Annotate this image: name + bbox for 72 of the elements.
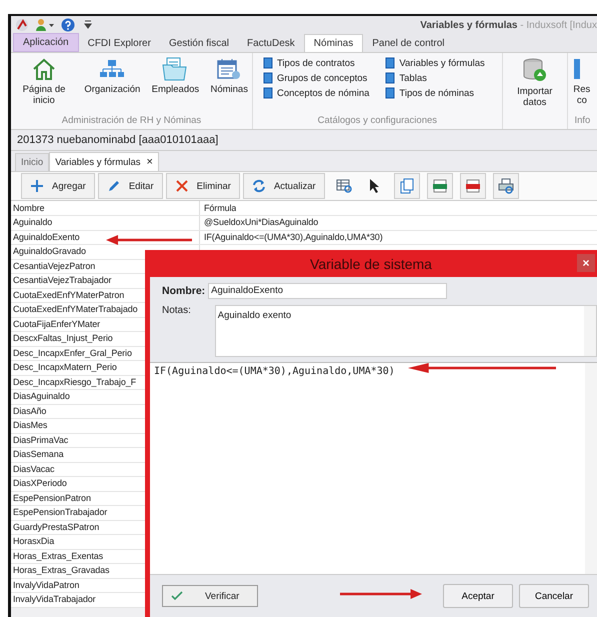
- ribbon-button[interactable]: Página de inicio: [15, 55, 73, 115]
- document-tab[interactable]: Inicio: [15, 153, 50, 171]
- book-icon: [385, 57, 396, 69]
- book-icon: [262, 57, 273, 69]
- dialog-button[interactable]: Cancelar: [519, 584, 589, 608]
- book-icon: [385, 87, 396, 99]
- ribbon-button[interactable]: Tablas: [385, 72, 485, 84]
- ribbon-button[interactable]: Grupos de conceptos: [262, 72, 370, 84]
- table-cell-text: @SueldoxUni*DiasAguinaldo: [203, 216, 318, 229]
- book-icon: [385, 72, 396, 84]
- field-label: Notas:: [162, 305, 192, 316]
- book-icon: [572, 57, 580, 81]
- document-title: 201373 nuebanominabd [aaa010101aaa]: [11, 130, 597, 151]
- toolbar-button[interactable]: Actualizar: [242, 173, 325, 199]
- ribbon-tab[interactable]: Gestión fiscal: [160, 35, 238, 52]
- ribbon-button[interactable]: Conceptos de nómina: [262, 87, 370, 99]
- toolbar-button[interactable]: Eliminar: [166, 173, 240, 199]
- toolbar-button[interactable]: Agregar: [21, 173, 95, 199]
- print-preview-icon: [498, 178, 514, 194]
- group-label: Catálogos y configuraciones: [318, 115, 438, 126]
- dialog-title: Variable de sistema: [310, 256, 432, 272]
- formula-editor[interactable]: IF(Aguinaldo<=(UMA*30),Aguinaldo,UMA*30): [150, 362, 597, 574]
- ribbon-button[interactable]: Tipos de contratos: [262, 57, 370, 69]
- x-icon: [174, 179, 189, 193]
- app-logo-icon: [15, 18, 29, 32]
- calendar-icon: [216, 57, 242, 81]
- pencil-icon: [106, 179, 121, 193]
- refresh-icon: [252, 179, 266, 193]
- grid-search-icon: [336, 178, 352, 194]
- book-icon: [262, 87, 273, 99]
- table-cell-text: IF(Aguinaldo<=(UMA*30),Aguinaldo,UMA*30): [203, 230, 383, 244]
- column-header[interactable]: Fórmula: [200, 201, 236, 215]
- ribbon-button[interactable]: Organización: [84, 55, 140, 115]
- pdf-icon: [464, 178, 481, 194]
- window-title: Variables y fórmulas - Induxsoft [Indux: [420, 20, 597, 30]
- ribbon-tab[interactable]: Aplicación: [13, 33, 79, 52]
- ribbon-tab[interactable]: Panel de control: [363, 35, 454, 52]
- ribbon-button[interactable]: Nóminas: [210, 55, 248, 115]
- ribbon-tab[interactable]: FactuDesk: [238, 35, 304, 52]
- help-icon: [61, 18, 75, 32]
- check-icon: [171, 591, 183, 601]
- notes-field[interactable]: Aguinaldo exento: [214, 305, 597, 357]
- copy-icon: [400, 178, 414, 194]
- close-tab-icon[interactable]: ×: [146, 156, 153, 168]
- verify-button[interactable]: Verificar: [162, 585, 258, 607]
- ribbon-tab[interactable]: Nóminas: [304, 34, 364, 52]
- notes-text: Aguinaldo exento: [218, 310, 292, 321]
- name-field[interactable]: AguinaldoExento: [208, 283, 448, 299]
- folder-icon: [162, 57, 188, 81]
- group-label: Info: [574, 115, 590, 126]
- group-label: Administración de RH y Nóminas: [62, 115, 202, 126]
- book-icon: [262, 72, 273, 84]
- toolbar-button[interactable]: Editar: [98, 173, 163, 199]
- ribbon-button[interactable]: Variables y fórmulas: [385, 57, 485, 69]
- ribbon-button[interactable]: Res co: [572, 55, 592, 115]
- document-tab[interactable]: Variables y fórmulas ×: [49, 152, 159, 171]
- house-icon: [31, 57, 57, 81]
- spreadsheet-icon: [432, 178, 448, 194]
- ribbon-button[interactable]: Empleados: [152, 55, 200, 115]
- ribbon-tab[interactable]: CFDI Explorer: [78, 35, 160, 52]
- ribbon-button[interactable]: Importar datos: [506, 55, 563, 115]
- dialog-button[interactable]: Aceptar: [443, 584, 513, 608]
- plus-icon: [30, 179, 44, 193]
- scrollbar[interactable]: [585, 363, 597, 574]
- user-icon: [35, 18, 55, 32]
- close-button[interactable]: ×: [577, 254, 595, 272]
- column-header[interactable]: Nombre: [11, 201, 200, 215]
- database-icon: [522, 57, 548, 83]
- ribbon-button[interactable]: Tipos de nóminas: [385, 87, 485, 99]
- table-cell: Aguinaldo: [11, 216, 200, 230]
- scrollbar[interactable]: [584, 306, 596, 356]
- cursor-icon: [368, 178, 381, 194]
